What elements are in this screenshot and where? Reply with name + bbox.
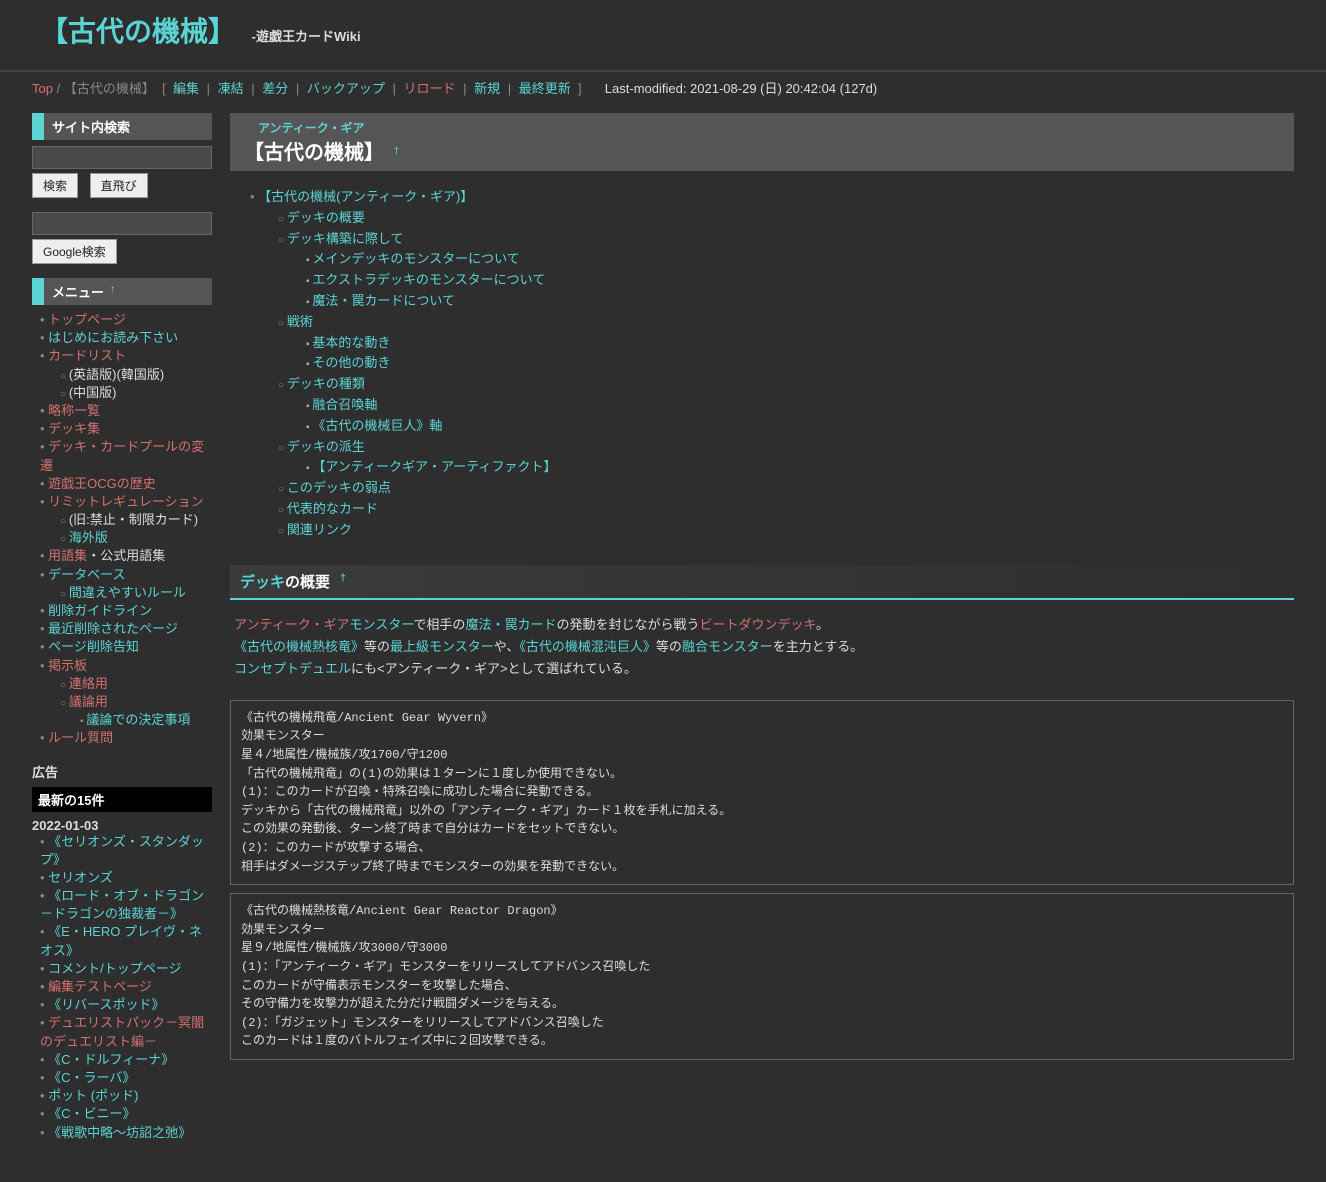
section-content: アンティーク・ギアモンスターで相手の魔法・罠カードの発動を封じながら戦うビートダ… — [230, 610, 1294, 692]
latest-item[interactable]: コメント/トップページ — [48, 961, 181, 976]
menu-panel-title: メニュー↑ — [32, 278, 212, 305]
search-panel-title: サイト内検索 — [32, 113, 212, 140]
toc-item[interactable]: 関連リンク — [287, 522, 352, 537]
section-heading: デッキの概要 † — [230, 565, 1294, 600]
sidebar-item[interactable]: 間違えやすいルール — [69, 585, 186, 600]
latest-item[interactable]: 《セリオンズ・スタンダップ》 — [40, 834, 204, 867]
toc-subitem[interactable]: メインデッキのモンスターについて — [312, 251, 519, 266]
ruby-text: アンティーク・ギア — [258, 119, 1280, 136]
latest-date: 2022-01-03 — [32, 818, 212, 833]
sidebar-item[interactable]: 議論での決定事項 — [86, 712, 190, 727]
toc-top[interactable]: 【古代の機械(アンティーク・ギア)】 — [258, 189, 473, 204]
anchor-icon[interactable]: † — [394, 146, 400, 157]
latest-item[interactable]: 《リバースポッド》 — [48, 997, 164, 1012]
sidebar-item[interactable]: カードリスト — [48, 348, 126, 363]
search-input[interactable] — [32, 146, 212, 169]
sidebar-item[interactable]: 海外版 — [69, 530, 108, 545]
search-button[interactable]: 検索 — [32, 173, 78, 198]
sidebar-item[interactable]: 削除ガイドライン — [48, 603, 152, 618]
top-link[interactable]: Top — [32, 81, 53, 96]
toc-subitem[interactable]: 魔法・罠カードについて — [312, 293, 455, 308]
sidebar-item[interactable]: はじめにお読み下さい — [48, 330, 178, 345]
jump-button[interactable]: 直飛び — [90, 173, 148, 198]
breadcrumb-current: 【古代の機械】 — [64, 81, 155, 96]
toc-item[interactable]: デッキの派生 — [287, 439, 365, 454]
google-search-button[interactable]: Google検索 — [32, 239, 117, 264]
main-content: アンティーク・ギア 【古代の機械】 † 【古代の機械(アンティーク・ギア)】 デ… — [230, 113, 1294, 1142]
sidebar-item[interactable]: ページ削除告知 — [48, 639, 139, 654]
sidebar-item[interactable]: (英語版)(韓国版) — [69, 367, 164, 382]
sidebar-item[interactable]: ルール質問 — [48, 730, 113, 745]
sidebar-item[interactable]: リミットレギュレーション — [48, 494, 203, 509]
latest-item[interactable]: デュエリストパック－冥闇のデュエリスト編－ — [40, 1015, 204, 1048]
article-header: アンティーク・ギア 【古代の機械】 † — [230, 113, 1294, 171]
sidebar-item[interactable]: 議論用 — [69, 694, 108, 709]
latest-item[interactable]: 編集テストページ — [48, 979, 152, 994]
table-of-contents: 【古代の機械(アンティーク・ギア)】 デッキの概要デッキ構築に際してメインデッキ… — [230, 183, 1294, 555]
latest-header: 最新の15件 — [32, 787, 212, 812]
toc-subitem[interactable]: 【アンティークギア・アーティファクト】 — [312, 459, 556, 474]
sidebar-item[interactable]: データベース — [48, 567, 125, 582]
toc-subitem[interactable]: 《古代の機械巨人》軸 — [312, 418, 442, 433]
card-text-box: 《古代の機械飛竜/Ancient Gear Wyvern》効果モンスター星４/地… — [230, 700, 1294, 885]
sidebar-item[interactable]: 連絡用 — [69, 676, 108, 691]
header: 【古代の機械】 -遊戯王カードWiki — [0, 0, 1326, 70]
latest-item[interactable]: 《戦歌中略～坊詔之弛》 — [48, 1125, 191, 1140]
latest-item[interactable]: 《E・HERO プレイヴ・ネオス》 — [40, 924, 202, 957]
menu-list: トップページはじめにお読み下さいカードリスト (英語版)(韓国版) (中国版) 略称一… — [32, 311, 212, 748]
toc-item[interactable]: 代表的なカード — [287, 501, 378, 516]
sidebar-item[interactable]: 用語集 — [48, 548, 87, 563]
sidebar-item[interactable]: (旧:禁止・制限カード) — [69, 512, 198, 527]
google-search-input[interactable] — [32, 212, 212, 235]
breadcrumb-toolbar: Top / 【古代の機械】 [ 編集 | 凍結 | 差分 | バックアップ | … — [0, 70, 1326, 103]
toolbar-link[interactable]: 凍結 — [218, 81, 244, 96]
toc-item[interactable]: デッキの種類 — [287, 376, 365, 391]
toc-subitem[interactable]: エクストラデッキのモンスターについて — [312, 272, 545, 287]
toc-item[interactable]: このデッキの弱点 — [287, 480, 391, 495]
sidebar: サイト内検索 検索 直飛び Google検索 メニュー↑ トップページはじめにお… — [32, 113, 212, 1142]
toc-item[interactable]: 戦術 — [287, 314, 313, 329]
latest-item[interactable]: 《C・ラーバ》 — [48, 1070, 135, 1085]
site-subtitle: -遊戯王カードWiki — [252, 29, 361, 44]
sidebar-item[interactable]: 遊戯王OCGの歴史 — [48, 476, 156, 491]
toc-subitem[interactable]: 基本的な動き — [312, 335, 390, 350]
toc-item[interactable]: デッキ構築に際して — [287, 231, 404, 246]
latest-item[interactable]: ポット (ポッド) — [48, 1088, 138, 1103]
page-title: 【古代の機械】 — [40, 10, 236, 50]
toolbar-link[interactable]: リロード — [403, 81, 455, 96]
sidebar-item[interactable]: デッキ・カードプールの変遷 — [40, 439, 204, 472]
toolbar-link[interactable]: 新規 — [474, 81, 500, 96]
toolbar-link[interactable]: 編集 — [173, 81, 199, 96]
toc-subitem[interactable]: 融合召喚軸 — [312, 397, 377, 412]
latest-item[interactable]: セリオンズ — [48, 870, 113, 885]
toolbar-link[interactable]: 最終更新 — [519, 81, 571, 96]
toolbar-link[interactable]: 差分 — [262, 81, 288, 96]
ad-label: 広告 — [32, 762, 212, 781]
latest-item[interactable]: 《C・ビニー》 — [48, 1106, 135, 1121]
sidebar-item[interactable]: 最近削除されたページ — [48, 621, 178, 636]
last-modified: Last-modified: 2021-08-29 (日) 20:42:04 (… — [605, 81, 877, 96]
sidebar-item[interactable]: (中国版) — [69, 385, 117, 400]
sidebar-item[interactable]: デッキ集 — [48, 421, 100, 436]
article-title: 【古代の機械】 — [244, 142, 384, 164]
toc-subitem[interactable]: その他の動き — [312, 355, 390, 370]
latest-item[interactable]: 《ロード・オブ・ドラゴン－ドラゴンの独裁者－》 — [40, 888, 204, 921]
toc-item[interactable]: デッキの概要 — [287, 210, 365, 225]
latest-list: 《セリオンズ・スタンダップ》セリオンズ《ロード・オブ・ドラゴン－ドラゴンの独裁者… — [32, 833, 212, 1142]
sidebar-item[interactable]: トップページ — [48, 312, 126, 327]
latest-item[interactable]: 《C・ドルフィーナ》 — [48, 1052, 174, 1067]
sidebar-item[interactable]: 略称一覧 — [48, 403, 100, 418]
card-text-box: 《古代の機械熱核竜/Ancient Gear Reactor Dragon》効果… — [230, 893, 1294, 1060]
sidebar-item[interactable]: 掲示板 — [48, 658, 87, 673]
toolbar-link[interactable]: バックアップ — [307, 81, 385, 96]
